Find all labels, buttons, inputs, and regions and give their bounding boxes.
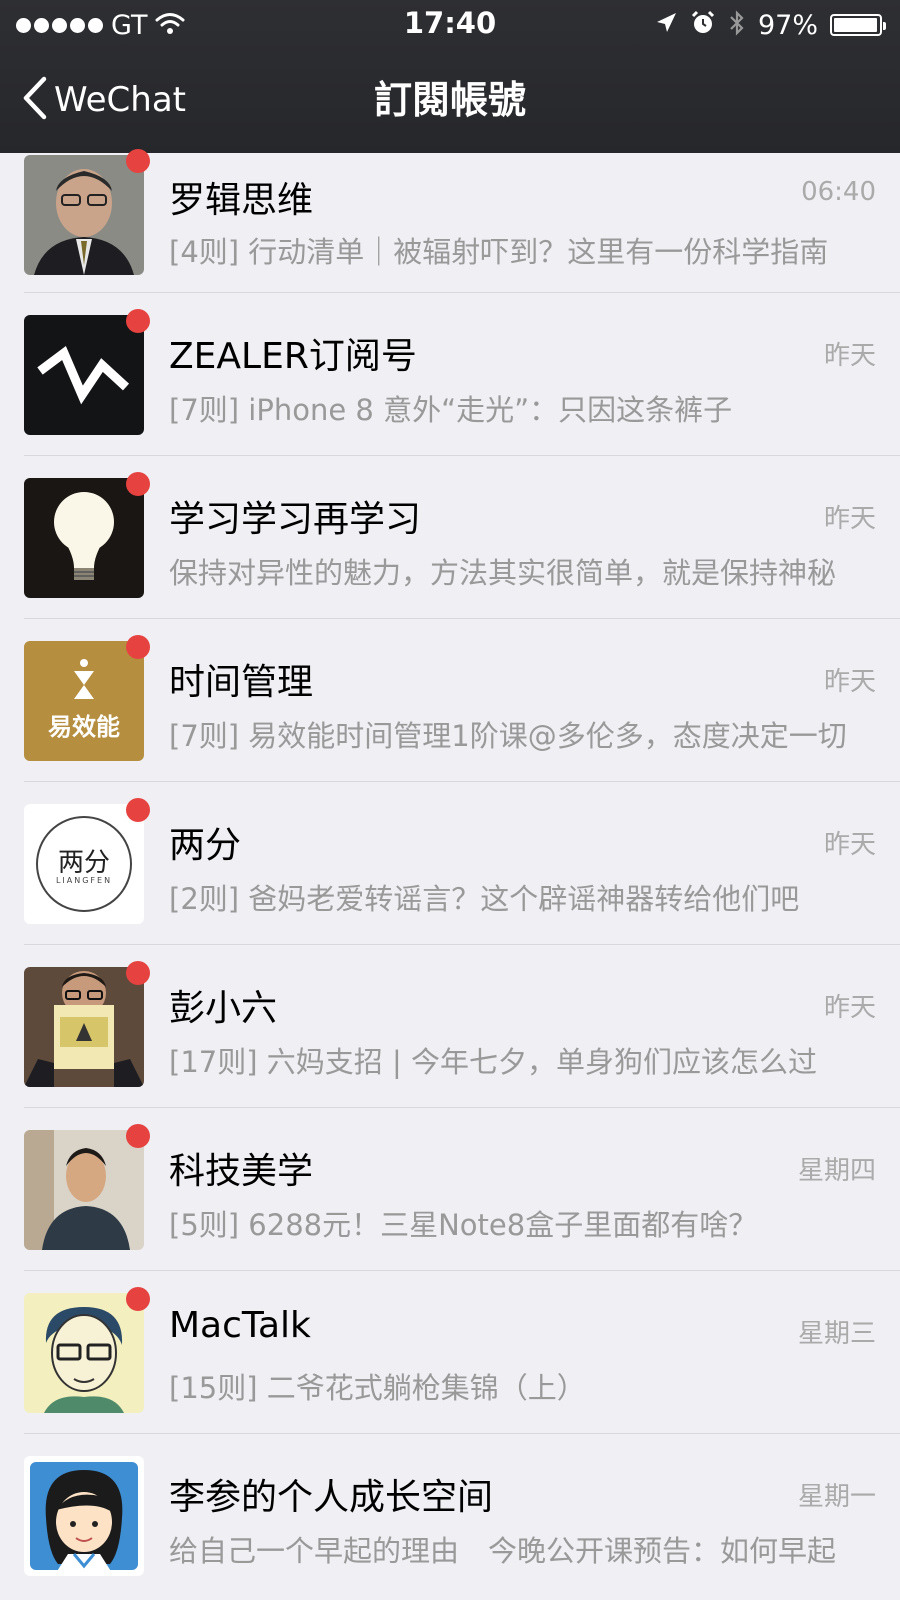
status-bar: GT 17:40 97% bbox=[0, 0, 900, 50]
avatar bbox=[24, 1456, 144, 1576]
avatar bbox=[24, 1130, 144, 1250]
top-bar: GT 17:40 97% WeChat 訂閱帳號 bbox=[0, 0, 900, 153]
timestamp: 星期四 bbox=[797, 1156, 876, 1186]
list-item[interactable]: 李参的个人成长空间 星期一 给自己一个早起的理由 今晚公开课预告：如何早起 bbox=[0, 1434, 900, 1597]
timestamp: 星期三 bbox=[797, 1319, 876, 1349]
liangfen-subtext: LIANGFEN bbox=[55, 876, 113, 885]
timestamp: 昨天 bbox=[823, 667, 876, 697]
account-name: 彭小六 bbox=[169, 988, 278, 1029]
message-preview: [2则] 爸妈老爱转谣言？这个辟谣神器转给他们吧 bbox=[169, 882, 800, 916]
account-name: 科技美学 bbox=[169, 1151, 314, 1192]
list-item[interactable]: 两分 LIANGFEN 两分 昨天 [2则] 爸妈老爱转谣言？这个辟谣神器转给他… bbox=[0, 782, 900, 945]
battery-icon bbox=[830, 14, 886, 36]
account-name: ZEALER订阅号 bbox=[169, 336, 417, 377]
subscription-list: 罗辑思维 06:40 [4则] 行动清单｜被辐射吓到？这里有一份科学指南 ZEA… bbox=[0, 149, 900, 1597]
liangfen-logo: 两分 LIANGFEN bbox=[24, 804, 144, 924]
avatar bbox=[24, 967, 144, 1087]
timestamp: 昨天 bbox=[823, 341, 876, 371]
unread-dot bbox=[126, 961, 150, 985]
unread-dot bbox=[126, 1124, 150, 1148]
navigation-bar: WeChat 訂閱帳號 bbox=[0, 50, 900, 153]
unread-dot bbox=[126, 472, 150, 496]
list-item[interactable]: 罗辑思维 06:40 [4则] 行动清单｜被辐射吓到？这里有一份科学指南 bbox=[0, 149, 900, 293]
list-item[interactable]: MacTalk 星期三 [15则] 二爷花式躺枪集锦（上） bbox=[0, 1271, 900, 1434]
message-preview: 给自己一个早起的理由 今晚公开课预告：如何早起 bbox=[169, 1534, 837, 1568]
timestamp: 星期一 bbox=[797, 1482, 876, 1512]
alarm-icon bbox=[690, 10, 716, 40]
location-arrow-icon bbox=[654, 11, 678, 39]
message-preview: 保持对异性的魅力，方法其实很简单，就是保持神秘 bbox=[169, 556, 837, 590]
zealer-logo bbox=[24, 315, 144, 435]
account-name: 时间管理 bbox=[169, 662, 314, 703]
avatar bbox=[24, 1293, 144, 1413]
timestamp: 昨天 bbox=[823, 993, 876, 1023]
timestamp: 昨天 bbox=[823, 504, 876, 534]
timestamp: 06:40 bbox=[801, 177, 876, 207]
message-preview: [7则] iPhone 8 意外“走光”：只因这条裤子 bbox=[169, 393, 733, 427]
list-item[interactable]: 彭小六 昨天 [17则] 六妈支招 | 今年七夕，单身狗们应该怎么过 bbox=[0, 945, 900, 1108]
account-name: 罗辑思维 bbox=[169, 180, 314, 221]
unread-dot bbox=[126, 149, 150, 173]
list-item[interactable]: 学习学习再学习 昨天 保持对异性的魅力，方法其实很简单，就是保持神秘 bbox=[0, 456, 900, 619]
list-item[interactable]: 易效能 时间管理 昨天 [7则] 易效能时间管理1阶课@多伦多，态度决定一切 bbox=[0, 619, 900, 782]
liangfen-text: 两分 bbox=[57, 848, 110, 878]
message-preview: [5则] 6288元！三星Note8盒子里面都有啥？ bbox=[169, 1208, 758, 1242]
account-name: MacTalk bbox=[169, 1305, 311, 1346]
message-preview: [4则] 行动清单｜被辐射吓到？这里有一份科学指南 bbox=[169, 235, 829, 269]
bluetooth-icon bbox=[728, 9, 746, 41]
unread-dot bbox=[126, 309, 150, 333]
account-name: 学习学习再学习 bbox=[169, 499, 422, 540]
list-item[interactable]: ZEALER订阅号 昨天 [7则] iPhone 8 意外“走光”：只因这条裤子 bbox=[0, 293, 900, 456]
unread-dot bbox=[126, 798, 150, 822]
page-title: 訂閱帳號 bbox=[373, 78, 526, 122]
unread-dot bbox=[126, 1287, 150, 1311]
avatar bbox=[24, 155, 144, 275]
yixiaoneng-logo: 易效能 bbox=[24, 641, 144, 761]
account-name: 两分 bbox=[169, 825, 242, 866]
yixiaoneng-text: 易效能 bbox=[48, 713, 120, 741]
timestamp: 昨天 bbox=[823, 830, 876, 860]
message-preview: [15则] 二爷花式躺枪集锦（上） bbox=[169, 1371, 586, 1405]
lightbulb-icon bbox=[24, 478, 144, 598]
message-preview: [17则] 六妈支招 | 今年七夕，单身狗们应该怎么过 bbox=[169, 1045, 817, 1079]
list-item[interactable]: 科技美学 星期四 [5则] 6288元！三星Note8盒子里面都有啥？ bbox=[0, 1108, 900, 1271]
account-name: 李参的个人成长空间 bbox=[169, 1477, 494, 1518]
message-preview: [7则] 易效能时间管理1阶课@多伦多，态度决定一切 bbox=[169, 719, 847, 753]
unread-dot bbox=[126, 635, 150, 659]
battery-percent: 97% bbox=[757, 9, 818, 41]
